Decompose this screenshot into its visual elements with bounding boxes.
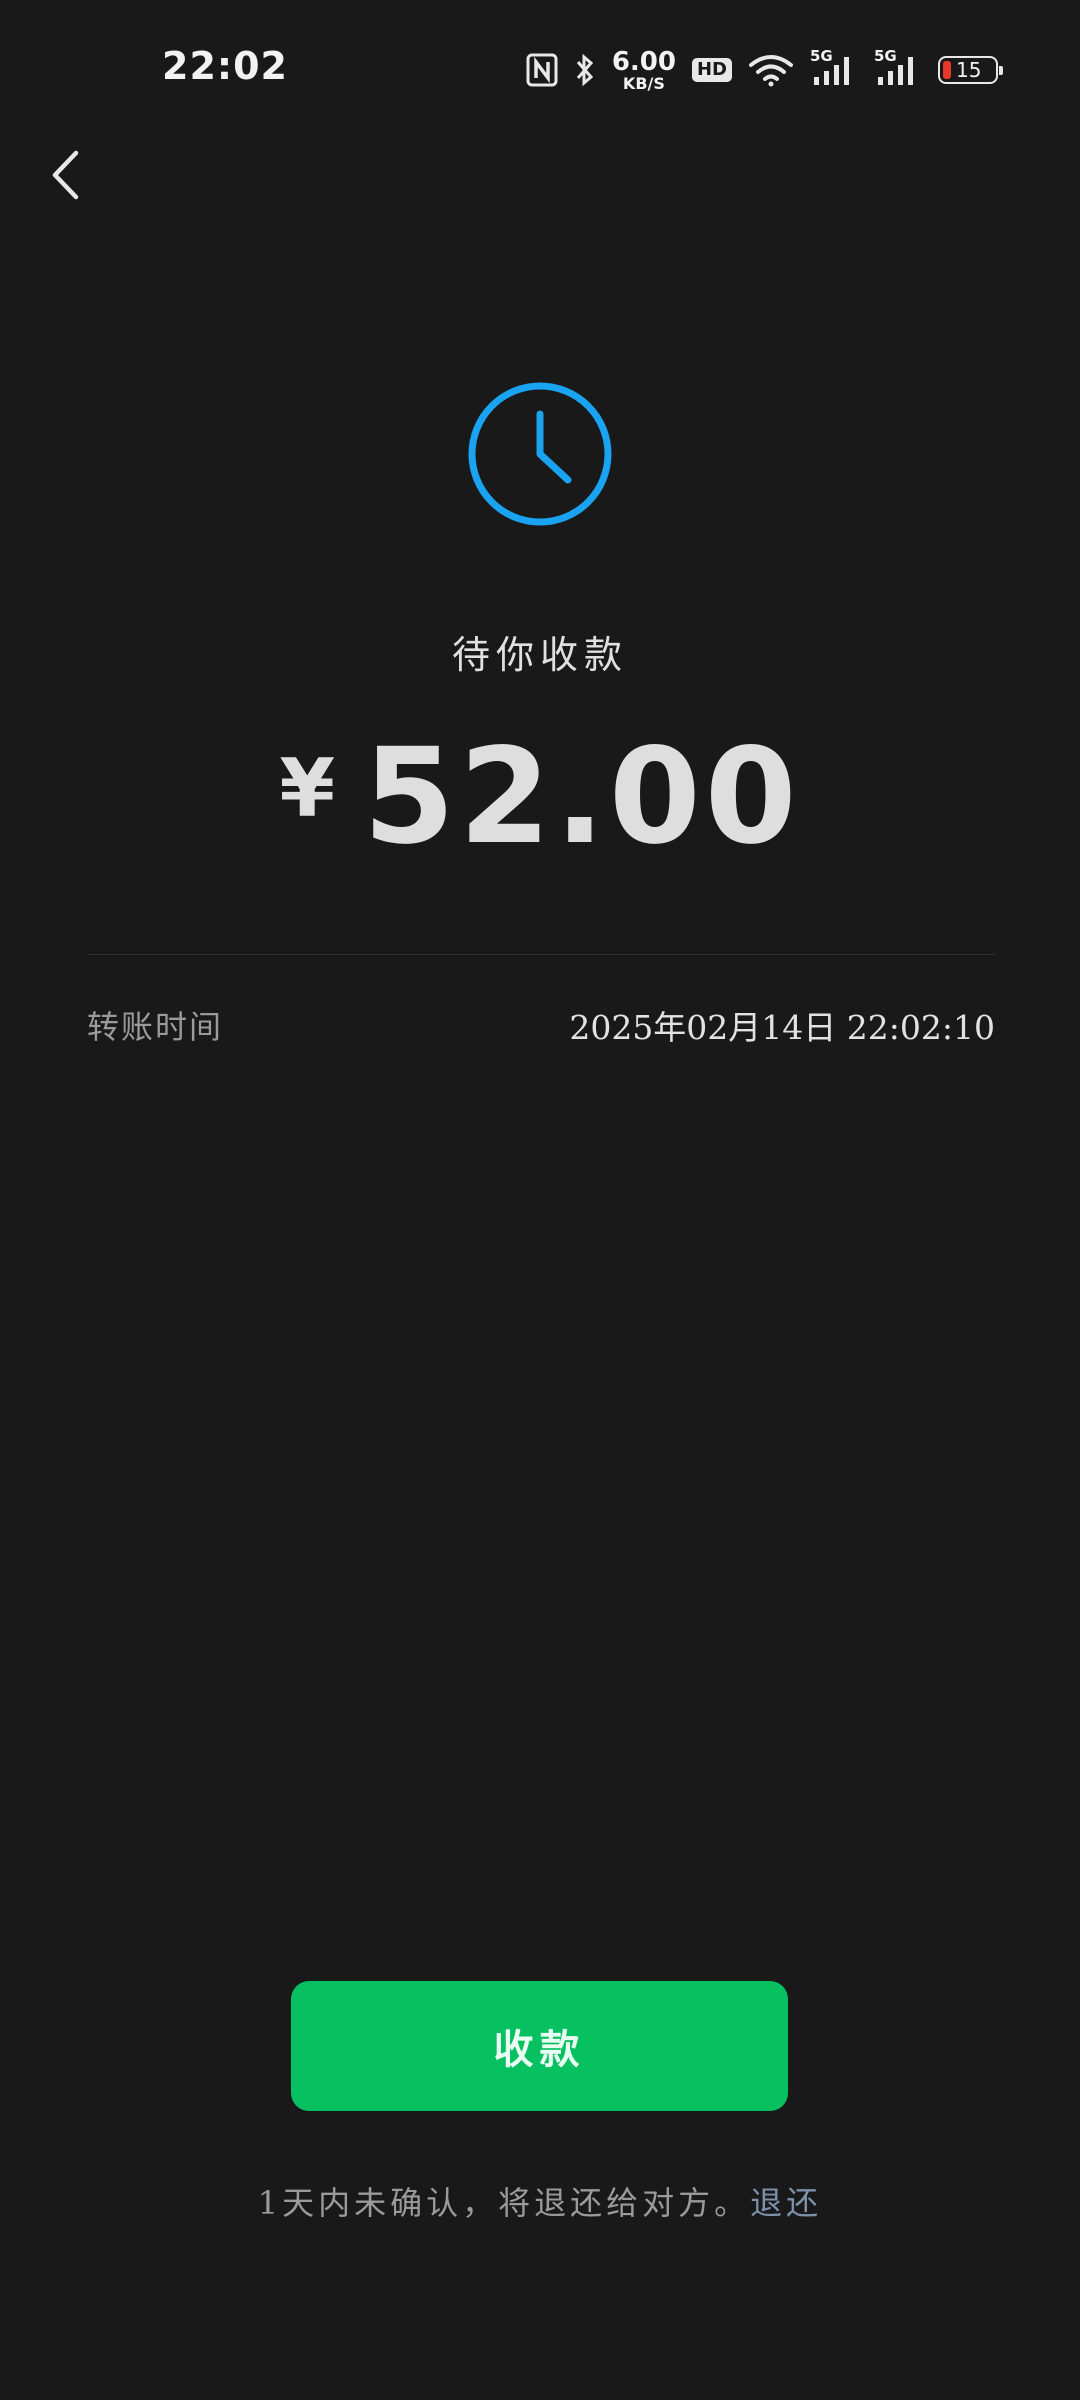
divider: [87, 954, 995, 955]
transfer-time-row: 转账时间 2025年02月14日 22:02:10: [87, 1000, 995, 1050]
transfer-status-text: 待你收款: [451, 633, 628, 677]
status-bar: 22:02 6.00 KB/S HD 5G 5G 15: [0, 0, 1080, 140]
clock-icon: [466, 380, 614, 532]
footer-note: 1天内未确认，将退还给对方。退还: [0, 2178, 1080, 2224]
battery-fill: [943, 61, 951, 79]
nfc-icon: [526, 53, 558, 87]
currency-symbol: ¥: [279, 742, 336, 835]
refund-link[interactable]: 退还: [750, 2184, 822, 2222]
footer-note-text: 1天内未确认，将退还给对方。: [257, 2184, 751, 2222]
amount-value: 52.00: [363, 720, 801, 874]
back-button[interactable]: [30, 140, 100, 210]
wifi-icon: [748, 53, 794, 87]
battery-icon: 15: [938, 56, 1003, 84]
status-icons: 6.00 KB/S HD 5G 5G 15: [526, 46, 1003, 93]
transfer-time-value: 2025年02月14日 22:02:10: [569, 1008, 995, 1047]
status-time: 22:02: [162, 44, 288, 88]
signal-icon: 5G: [810, 47, 858, 87]
hd-voice-badge: HD: [691, 58, 732, 82]
chevron-left-icon: [52, 150, 79, 200]
transfer-time-label: 转账时间: [87, 1008, 224, 1046]
transfer-amount: ¥ 52.00: [0, 720, 1080, 874]
signal-icon-2: 5G: [874, 47, 922, 87]
bluetooth-icon: [574, 53, 596, 87]
receive-button[interactable]: 收款: [291, 1981, 788, 2111]
battery-level: 15: [956, 58, 982, 82]
signal-5g-label-2: 5G: [874, 47, 897, 65]
network-speed: 6.00 KB/S: [611, 46, 676, 93]
signal-5g-label: 5G: [810, 47, 833, 65]
